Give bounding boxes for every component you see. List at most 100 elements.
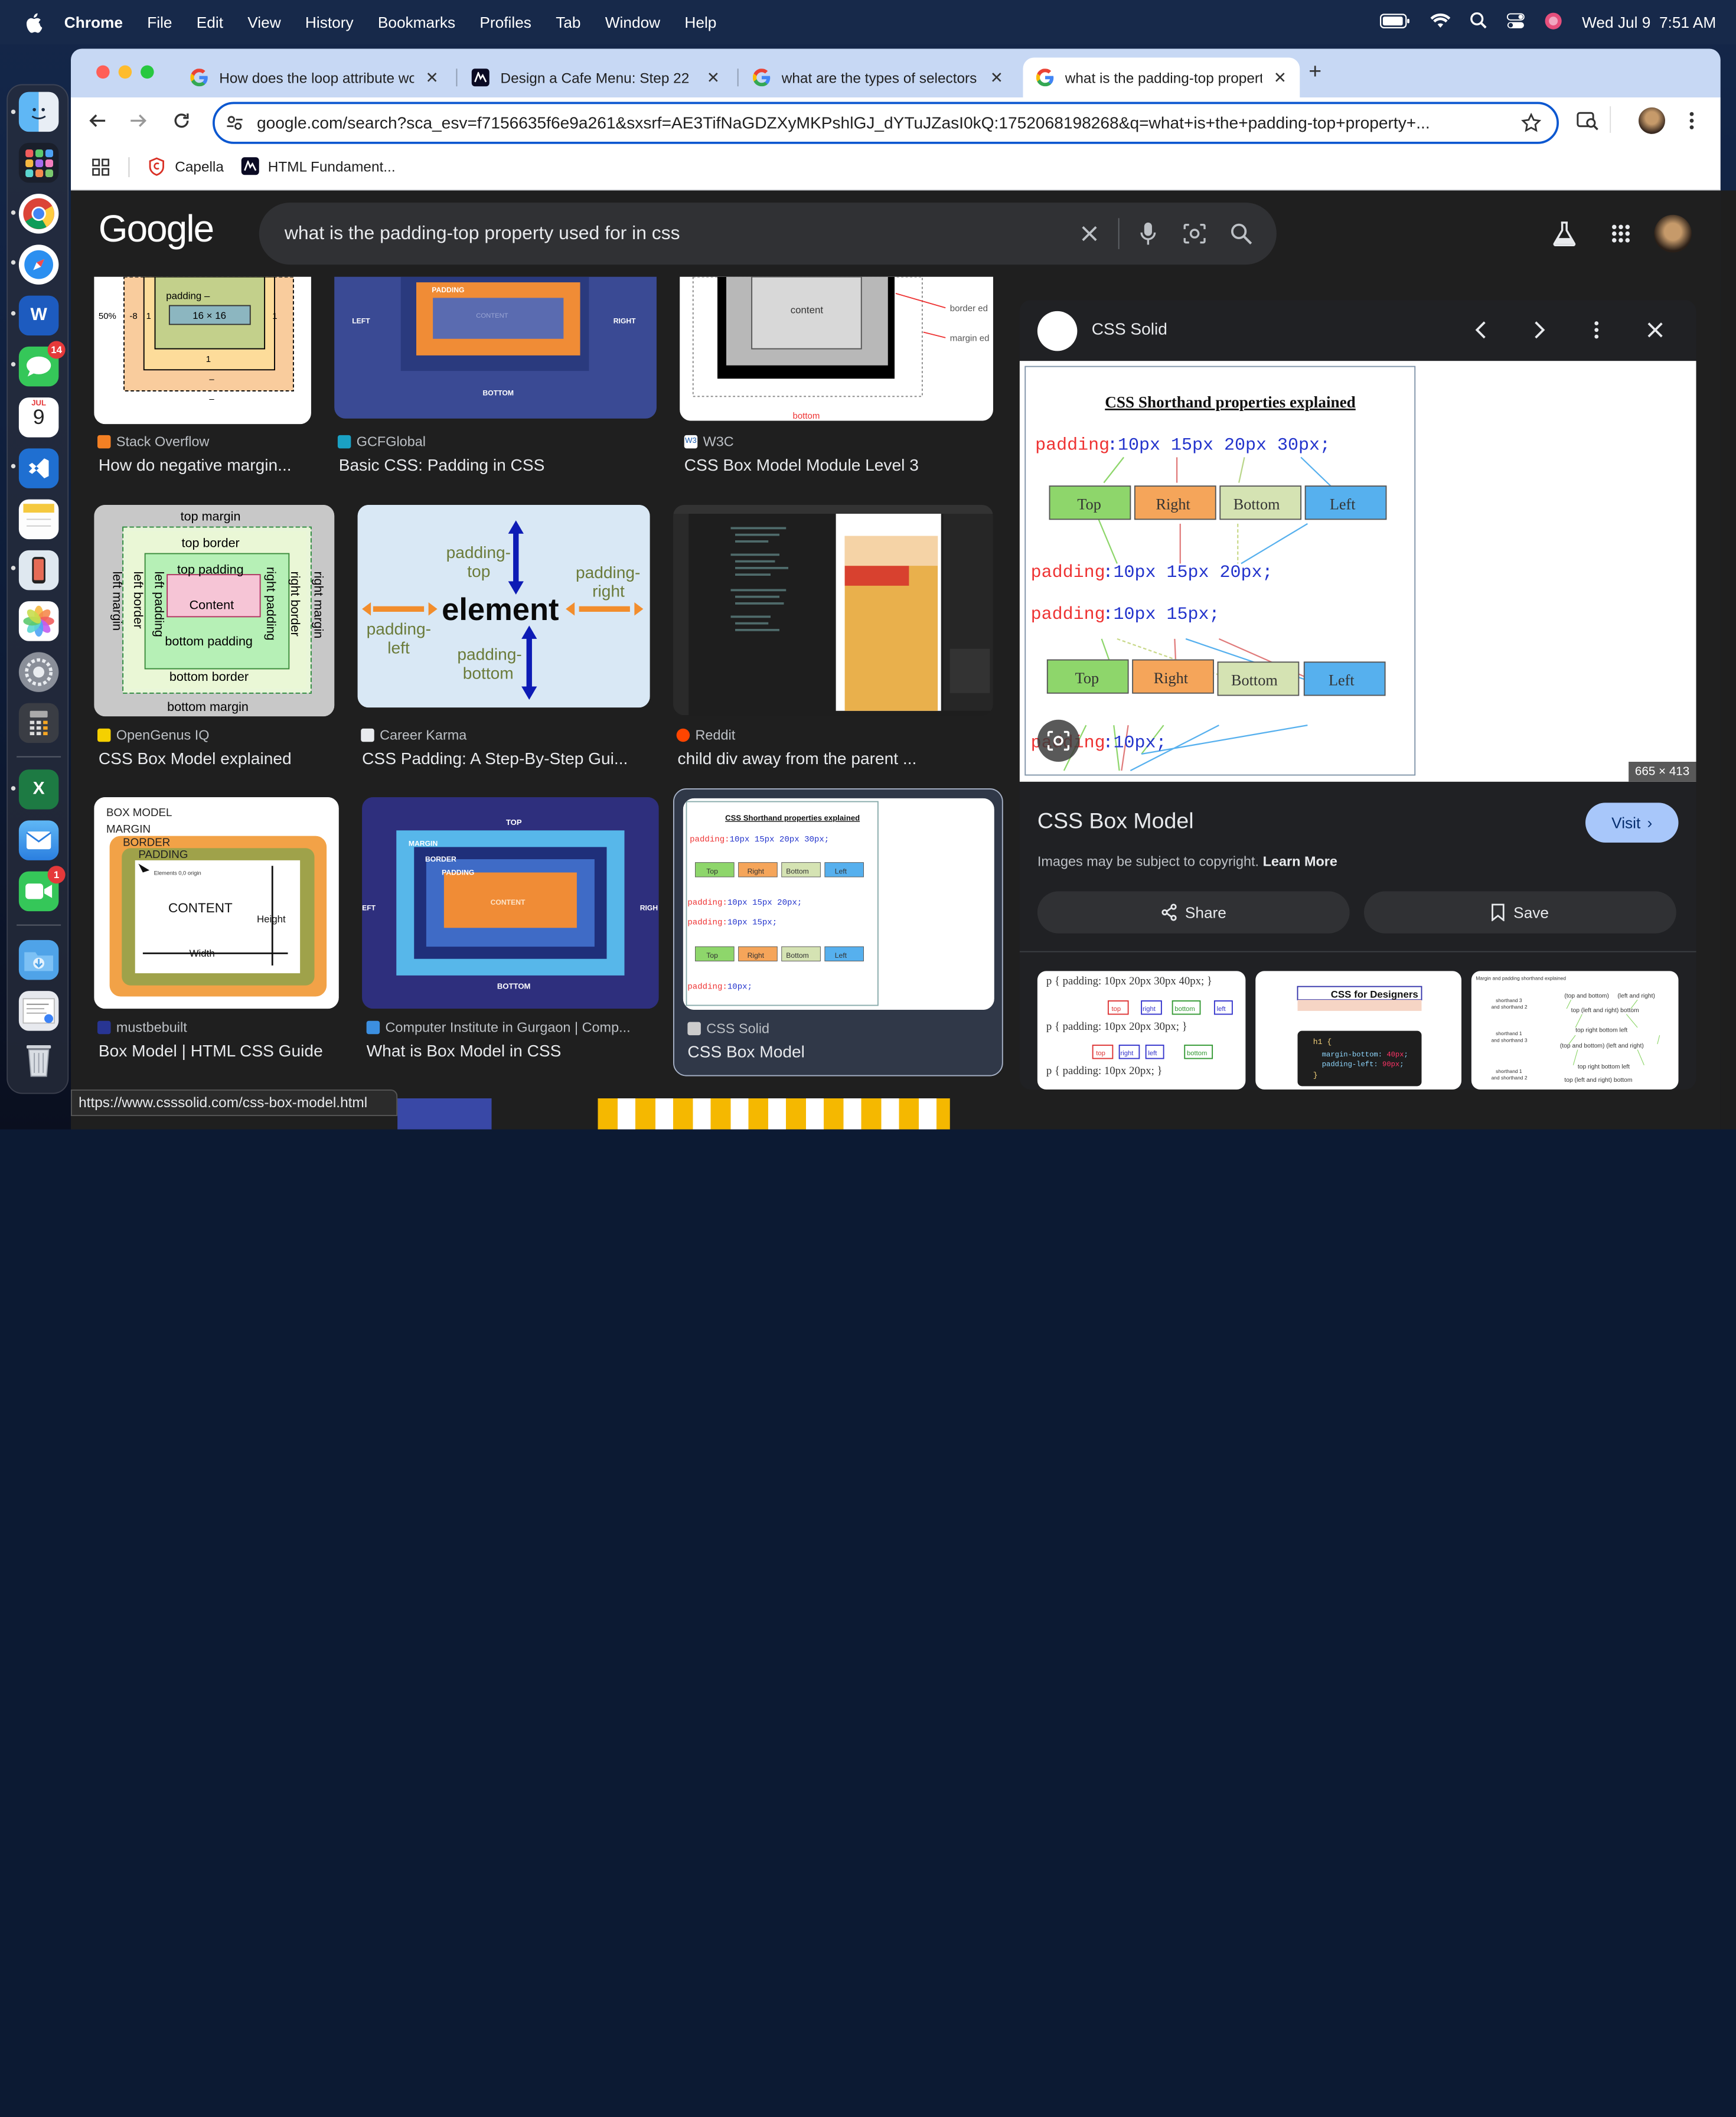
tab-selector-types[interactable]: what are the types of selectors ✕ (740, 58, 1017, 98)
menu-profiles[interactable]: Profiles (479, 14, 531, 31)
result-title[interactable]: CSS Padding: A Step-By-Step Gui... (362, 749, 628, 768)
result-thumbnail[interactable]: PADDING LEFT RIGHT BOTTOM CONTENT (334, 276, 657, 419)
safari-icon[interactable] (18, 244, 59, 285)
minimize-window-button[interactable] (118, 65, 132, 79)
menu-file[interactable]: File (147, 14, 172, 31)
result-image-card[interactable]: top margin top border top padding Conten… (94, 505, 335, 768)
result-image-card-selected[interactable]: CSS Shorthand properties explained paddi… (673, 788, 1003, 1077)
reload-icon[interactable] (173, 112, 191, 135)
close-window-button[interactable] (96, 65, 110, 79)
result-title[interactable]: CSS Box Model (687, 1043, 805, 1062)
result-image-card[interactable]: content border ed margin ed bottom W3 W3C… (680, 276, 993, 475)
chrome-icon[interactable] (18, 194, 59, 234)
downloads-folder-icon[interactable] (18, 940, 59, 980)
menu-history[interactable]: History (305, 14, 354, 31)
back-arrow-icon[interactable] (89, 112, 106, 135)
new-tab-button[interactable]: + (1308, 60, 1321, 85)
screenshot-thumbnail-icon[interactable] (18, 991, 59, 1031)
result-source[interactable]: CSS Solid (687, 1021, 769, 1036)
notes-icon[interactable] (18, 499, 59, 540)
result-source[interactable]: Reddit (676, 728, 735, 743)
learn-more-link[interactable]: Learn More (1263, 854, 1337, 869)
result-source[interactable]: Stack Overflow (97, 434, 209, 449)
google-logo[interactable]: Google (99, 208, 214, 252)
search-magnifier-icon[interactable] (1228, 220, 1254, 247)
result-image-card[interactable]: TOP MARGIN BORDER PADDING CONTENT EFT RI… (362, 797, 659, 1061)
related-image-thumbnail[interactable]: Margin and padding shorthand explained (… (1471, 971, 1679, 1090)
result-title[interactable]: How do negative margin... (99, 456, 292, 475)
result-image-card[interactable]: padding – 16 × 16 50% -8 1 1 1 – – Stack… (94, 276, 311, 475)
close-panel-icon[interactable] (1646, 321, 1664, 344)
tab-padding-top-active[interactable]: what is the padding-top property ✕ (1023, 57, 1300, 97)
result-title[interactable]: Basic CSS: Padding in CSS (339, 456, 545, 475)
result-image-card[interactable]: padding- top padding- right element padd… (357, 505, 650, 768)
result-source[interactable]: GCFGlobal (337, 434, 426, 449)
result-title[interactable]: CSS Box Model Module Level 3 (684, 456, 919, 475)
menu-tab[interactable]: Tab (556, 14, 580, 31)
site-info-icon[interactable] (226, 114, 244, 136)
apps-grid-icon[interactable] (92, 158, 110, 176)
result-image-card[interactable]: PADDING LEFT RIGHT BOTTOM CONTENT GCFGlo… (334, 276, 657, 475)
excel-icon[interactable]: X (18, 769, 59, 810)
trash-icon[interactable] (19, 1040, 59, 1080)
bookmark-html-fundamentals[interactable]: HTML Fundament... (241, 157, 396, 175)
search-labs-flask-icon[interactable] (1552, 220, 1577, 252)
zoom-window-button[interactable] (141, 65, 154, 79)
close-tab-icon[interactable]: ✕ (990, 68, 1003, 87)
clear-search-icon[interactable] (1076, 220, 1103, 247)
result-title[interactable]: CSS Box Model explained (99, 749, 292, 768)
wifi-icon[interactable] (1430, 12, 1450, 32)
voice-search-mic-icon[interactable] (1135, 220, 1161, 247)
result-thumbnail-partial[interactable] (598, 1098, 950, 1130)
profile-avatar[interactable] (1639, 107, 1665, 134)
menu-window[interactable]: Window (605, 14, 660, 31)
system-settings-icon[interactable] (18, 652, 59, 692)
google-lens-search-icon[interactable] (1577, 111, 1599, 136)
tab-cafe-menu[interactable]: Design a Cafe Menu: Step 22 ✕ (458, 58, 733, 98)
result-source[interactable]: Computer Institute in Gurgaon | Comp... (366, 1020, 631, 1035)
spotlight-search-icon[interactable] (1470, 12, 1487, 32)
mail-icon[interactable] (18, 820, 59, 860)
finder-icon[interactable] (18, 92, 59, 132)
result-thumbnail[interactable]: top margin top border top padding Conten… (94, 505, 335, 717)
photos-icon[interactable] (18, 601, 59, 641)
chrome-menu-kebab-icon[interactable] (1688, 111, 1695, 136)
result-image-card[interactable]: Reddit child div away from the parent ..… (673, 505, 993, 768)
close-tab-icon[interactable]: ✕ (425, 68, 438, 87)
google-apps-grid-icon[interactable] (1611, 224, 1631, 249)
menu-app-name[interactable]: Chrome (64, 14, 123, 31)
result-image-card[interactable]: BOX MODEL MARGIN BORDER PADDING Elements… (94, 797, 339, 1061)
battery-icon[interactable] (1379, 13, 1411, 32)
related-image-thumbnail[interactable]: p { padding: 10px 20px 30px 40px; } top … (1037, 971, 1246, 1090)
search-box[interactable]: what is the padding-top property used fo… (259, 203, 1277, 265)
apple-menu-icon[interactable] (24, 12, 44, 32)
word-icon[interactable]: W (18, 295, 59, 336)
tab-loop-attribute[interactable]: How does the loop attribute work ✕ (177, 58, 452, 98)
close-tab-icon[interactable]: ✕ (707, 68, 720, 87)
close-tab-icon[interactable]: ✕ (1274, 68, 1287, 87)
panel-more-options-icon[interactable] (1593, 320, 1600, 345)
share-button[interactable]: Share (1037, 891, 1350, 934)
result-source[interactable]: W3 W3C (684, 434, 734, 449)
siri-icon[interactable] (1544, 12, 1562, 33)
facetime-icon[interactable]: 1 (18, 866, 66, 912)
bookmark-star-icon[interactable] (1520, 112, 1542, 137)
result-thumbnail[interactable]: padding- top padding- right element padd… (357, 505, 650, 708)
launchpad-icon[interactable] (18, 142, 59, 183)
result-title[interactable]: child div away from the parent ... (678, 749, 917, 768)
menu-bookmarks[interactable]: Bookmarks (378, 14, 455, 31)
result-title[interactable]: What is Box Model in CSS (367, 1042, 562, 1061)
result-thumbnail[interactable]: BOX MODEL MARGIN BORDER PADDING Elements… (94, 797, 339, 1009)
calculator-icon[interactable] (18, 703, 59, 743)
visit-button[interactable]: Visit › (1585, 803, 1679, 843)
result-title[interactable]: Box Model | HTML CSS Guide (99, 1042, 323, 1061)
preview-image[interactable]: CSS Shorthand properties explained paddi… (1019, 361, 1696, 782)
result-thumbnail[interactable]: TOP MARGIN BORDER PADDING CONTENT EFT RI… (362, 797, 659, 1009)
lens-search-image-button[interactable] (1037, 719, 1080, 762)
control-center-icon[interactable] (1506, 12, 1525, 32)
related-image-thumbnail[interactable]: CSS for Designers h1 { margin-bottom: 40… (1255, 971, 1461, 1090)
menu-help[interactable]: Help (684, 14, 716, 31)
menu-edit[interactable]: Edit (197, 14, 223, 31)
save-button[interactable]: Save (1364, 891, 1676, 934)
iphone-mirroring-icon[interactable] (18, 550, 59, 591)
